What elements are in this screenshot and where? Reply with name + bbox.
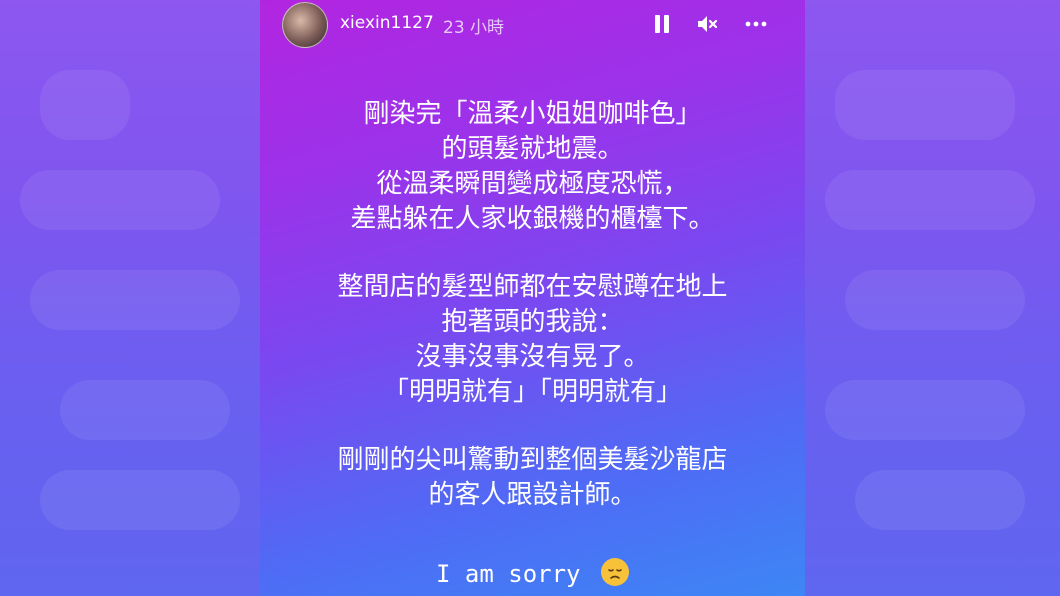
blur-shape — [855, 470, 1025, 530]
story-paragraph: 剛染完「溫柔小姐姐咖啡色」 的頭髮就地震。 從溫柔瞬間變成極度恐慌， 差點躲在人… — [260, 97, 805, 237]
story-line: 沒事沒事沒有晃了。 — [415, 342, 650, 372]
blur-shape — [60, 380, 230, 440]
blur-shape — [825, 170, 1035, 230]
story-line: 整間店的髮型師都在安慰蹲在地上 — [337, 272, 728, 302]
story-panel[interactable]: xiexin1127 23 小時 剛染完「溫柔小姐姐咖啡色」 的頭髮就地震。 從… — [260, 0, 805, 596]
blurred-background-right — [805, 0, 1060, 596]
blur-shape — [845, 270, 1025, 330]
story-line: 「明明就有」「明明就有」 — [382, 377, 682, 407]
story-paragraph: 剛剛的尖叫驚動到整個美髮沙龍店 的客人跟設計師。 — [260, 443, 805, 513]
story-header: xiexin1127 23 小時 — [260, 0, 805, 48]
story-line: 抱著頭的我說： — [441, 307, 624, 337]
story-text: 剛染完「溫柔小姐姐咖啡色」 的頭髮就地震。 從溫柔瞬間變成極度恐慌， 差點躲在人… — [260, 97, 805, 513]
blur-shape — [20, 170, 220, 230]
pause-icon[interactable] — [650, 12, 674, 36]
story-line: 從溫柔瞬間變成極度恐慌， — [376, 169, 689, 199]
avatar[interactable] — [282, 2, 328, 48]
story-line: 的頭髮就地震。 — [441, 134, 624, 164]
blurred-background-left — [0, 0, 260, 596]
story-line: 剛剛的尖叫驚動到整個美髮沙龍店 — [337, 445, 728, 475]
sorry-line: I am sorry — [260, 558, 805, 589]
story-line: 差點躲在人家收銀機的櫃檯下。 — [350, 204, 715, 234]
username[interactable]: xiexin1127 — [340, 13, 434, 33]
story-line: 的客人跟設計師。 — [428, 480, 637, 510]
story-line: 剛染完「溫柔小姐姐咖啡色」 — [363, 99, 702, 129]
timestamp: 23 小時 — [443, 18, 505, 38]
disappointed-face-emoji — [600, 558, 629, 586]
blur-shape — [40, 70, 130, 140]
mute-icon[interactable] — [695, 12, 719, 36]
more-icon[interactable] — [744, 12, 768, 36]
blur-shape — [30, 270, 240, 330]
sorry-text: I am sorry — [436, 560, 581, 588]
blur-shape — [40, 470, 240, 530]
blur-shape — [835, 70, 1015, 140]
story-paragraph: 整間店的髮型師都在安慰蹲在地上 抱著頭的我說： 沒事沒事沒有晃了。 「明明就有」… — [260, 270, 805, 410]
blur-shape — [825, 380, 1025, 440]
